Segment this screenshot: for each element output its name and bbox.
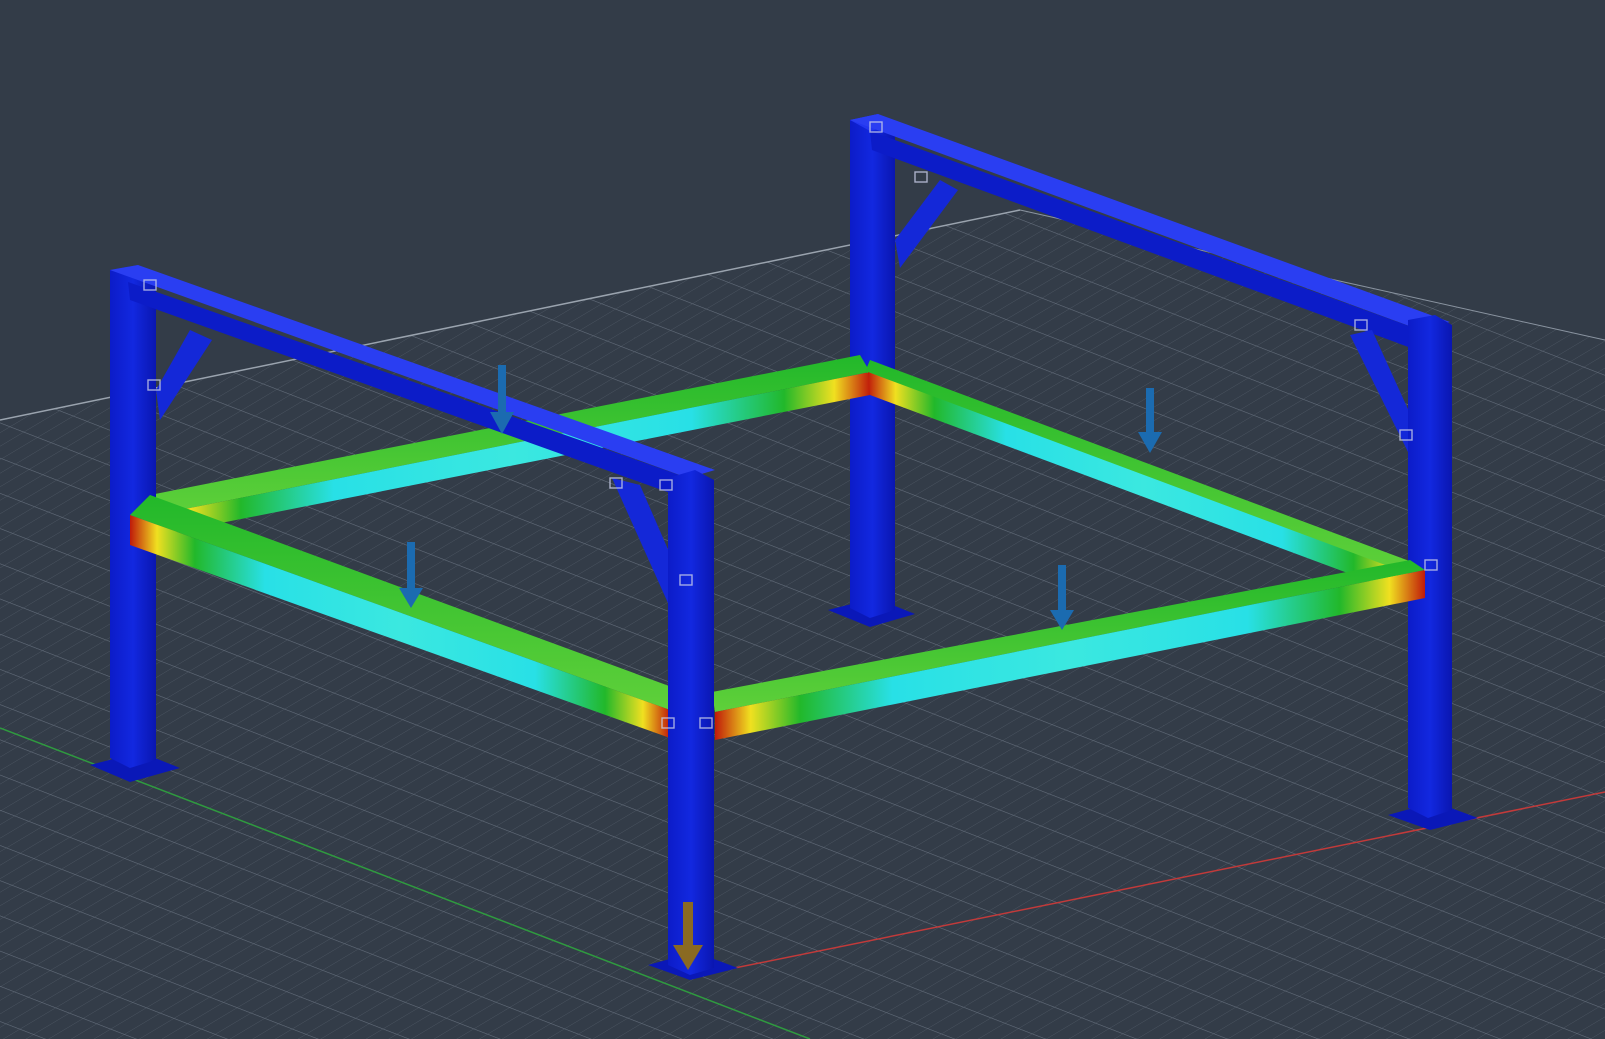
3d-viewport[interactable] [0, 0, 1605, 1039]
scene-canvas[interactable] [0, 0, 1605, 1039]
lock-icon [914, 171, 928, 183]
post-front-center[interactable] [668, 470, 714, 975]
